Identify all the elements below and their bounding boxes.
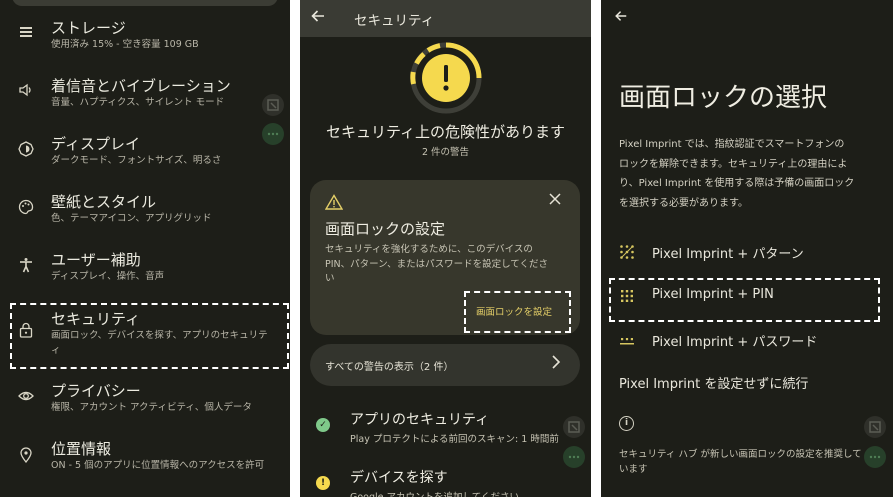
settings-item-accessibility[interactable]: ユーザー補助 ディスプレイ、操作、音声 (0, 244, 290, 300)
screen-lock-panel: 画面ロックの選択 Pixel Imprint では、指紋認証でスマートフォンの … (601, 0, 893, 497)
app-security-title: アプリのセキュリティ (350, 412, 490, 428)
card-body-line: セキュリティを強化するために、このデバイスの (325, 244, 533, 255)
settings-item-title: 着信音とバイブレーション (51, 77, 231, 95)
description-line: を選択する必要があります。 (619, 197, 748, 209)
status-title: セキュリティ上の危険性があります (325, 123, 566, 141)
security-panel: セキュリティ セキュリティ上の危険性があります 2 件の警告 画面ロックの設定 … (300, 0, 591, 497)
settings-item-subtitle: 色、テーマアイコン、アプリグリッド (51, 213, 212, 224)
screenshot-overlay-icon[interactable] (864, 416, 886, 438)
accessibility-icon (16, 257, 36, 277)
settings-item-subtitle: ダークモード、フォントサイズ、明るさ (51, 155, 222, 166)
palette-icon (16, 199, 36, 219)
settings-item-wallpaper[interactable]: 壁紙とスタイル 色、テーマアイコン、アプリグリッド (0, 186, 290, 242)
highlight-security (10, 303, 289, 369)
settings-item-title: プライバシー (51, 382, 141, 400)
password-icon (619, 332, 635, 348)
settings-item-location[interactable]: 位置情報 ON - 5 個のアプリに位置情報へのアクセスを許可 (0, 433, 290, 489)
option-label: Pixel Imprint + パスワード (652, 335, 818, 350)
option-password[interactable]: Pixel Imprint + パスワード (601, 324, 893, 356)
search-bar[interactable] (12, 0, 278, 6)
security-hub-note: セキュリティ ハブ が新しい画面ロックの設定を推奨して います (619, 447, 884, 477)
app-security-row[interactable]: ✓ アプリのセキュリティ Play プロテクトによる前回のスキャン: 1 時間前 (300, 400, 591, 450)
chevron-right-icon (550, 354, 562, 374)
settings-item-subtitle: 権限、アカウント アクティビティ、個人データ (51, 402, 252, 413)
settings-item-sound[interactable]: 着信音とバイブレーション 音量、ハプティクス、サイレント モード (0, 70, 290, 126)
settings-panel: ストレージ 使用済み 15% - 空き容量 109 GB 着信音とバイブレーショ… (0, 0, 290, 497)
pattern-icon (619, 244, 635, 260)
page-title: セキュリティ (354, 13, 435, 29)
option-label: Pixel Imprint + パターン (652, 247, 804, 262)
warning-triangle-icon (324, 194, 344, 212)
warning-status-icon (408, 40, 484, 116)
note-line: セキュリティ ハブ が新しい画面ロックの設定を推奨して (619, 449, 862, 460)
info-icon: i (619, 416, 634, 431)
card-body-line: PIN、パターン、またはパスワードを設定してくださ (325, 258, 549, 270)
settings-item-subtitle: 音量、ハプティクス、サイレント モード (51, 97, 225, 108)
back-arrow-icon[interactable] (614, 8, 628, 28)
card-body-line: い (325, 273, 335, 284)
all-warnings-label: すべての警告の表示（2 件） (325, 362, 454, 373)
description: Pixel Imprint では、指紋認証でスマートフォンの ロックを解除できま… (619, 135, 884, 213)
card-body: セキュリティを強化するために、このデバイスの PIN、パターン、またはパスワード… (325, 243, 565, 287)
settings-item-subtitle: ディスプレイ、操作、音声 (51, 271, 165, 282)
description-line: Pixel Imprint では、指紋認証でスマートフォンの (619, 139, 845, 150)
sound-icon (16, 82, 36, 102)
close-icon[interactable] (549, 193, 561, 209)
storage-icon (16, 24, 36, 44)
page-title: 画面ロックの選択 (619, 83, 828, 113)
screenshot-overlay-icon[interactable] (563, 416, 585, 438)
back-arrow-icon[interactable] (310, 8, 326, 29)
option-pattern[interactable]: Pixel Imprint + パターン (601, 236, 893, 268)
description-line: ロックを解除できます。セキュリティ上の理由によ (619, 158, 848, 170)
check-circle-icon: ✓ (316, 418, 330, 432)
highlight-pin-option (609, 278, 880, 322)
settings-item-title: ストレージ (51, 19, 126, 37)
find-device-subtitle: Google アカウントを追加してください (350, 489, 519, 497)
settings-item-title: ユーザー補助 (51, 251, 141, 269)
status-subtitle: 2 件の警告 (421, 147, 470, 158)
settings-item-title: ディスプレイ (51, 135, 140, 153)
settings-item-storage[interactable]: ストレージ 使用済み 15% - 空き容量 109 GB (0, 12, 290, 68)
more-overlay-icon[interactable] (864, 446, 886, 468)
all-warnings-button[interactable]: すべての警告の表示（2 件） (310, 344, 580, 386)
app-bar: セキュリティ (300, 0, 591, 37)
display-icon (16, 141, 36, 161)
note-line: います (619, 464, 648, 475)
settings-item-title: 位置情報 (51, 440, 112, 458)
skip-fingerprint-button[interactable]: Pixel Imprint を設定せずに続行 (619, 373, 808, 392)
screenshot-overlay-icon[interactable] (262, 94, 284, 116)
find-device-title: デバイスを探す (350, 470, 448, 486)
find-device-row[interactable]: ! デバイスを探す Google アカウントを追加してください (300, 458, 591, 497)
settings-item-privacy[interactable]: プライバシー 権限、アカウント アクティビティ、個人データ (0, 375, 290, 431)
card-title: 画面ロックの設定 (325, 220, 446, 238)
settings-item-subtitle: ON - 5 個のアプリに位置情報へのアクセスを許可 (51, 460, 265, 471)
description-line: り、Pixel Imprint を使用する際は予備の画面ロック (619, 178, 855, 189)
highlight-set-screen-lock (464, 291, 571, 333)
more-overlay-icon[interactable] (563, 446, 585, 468)
settings-item-title: 壁紙とスタイル (51, 193, 157, 211)
more-overlay-icon[interactable] (262, 123, 284, 145)
settings-item-display[interactable]: ディスプレイ ダークモード、フォントサイズ、明るさ (0, 128, 290, 184)
eye-icon (16, 388, 36, 408)
location-icon (16, 447, 36, 467)
settings-item-subtitle: 使用済み 15% - 空き容量 109 GB (51, 39, 199, 50)
warning-circle-icon: ! (316, 476, 330, 490)
app-security-subtitle: Play プロテクトによる前回のスキャン: 1 時間前 (350, 434, 559, 445)
